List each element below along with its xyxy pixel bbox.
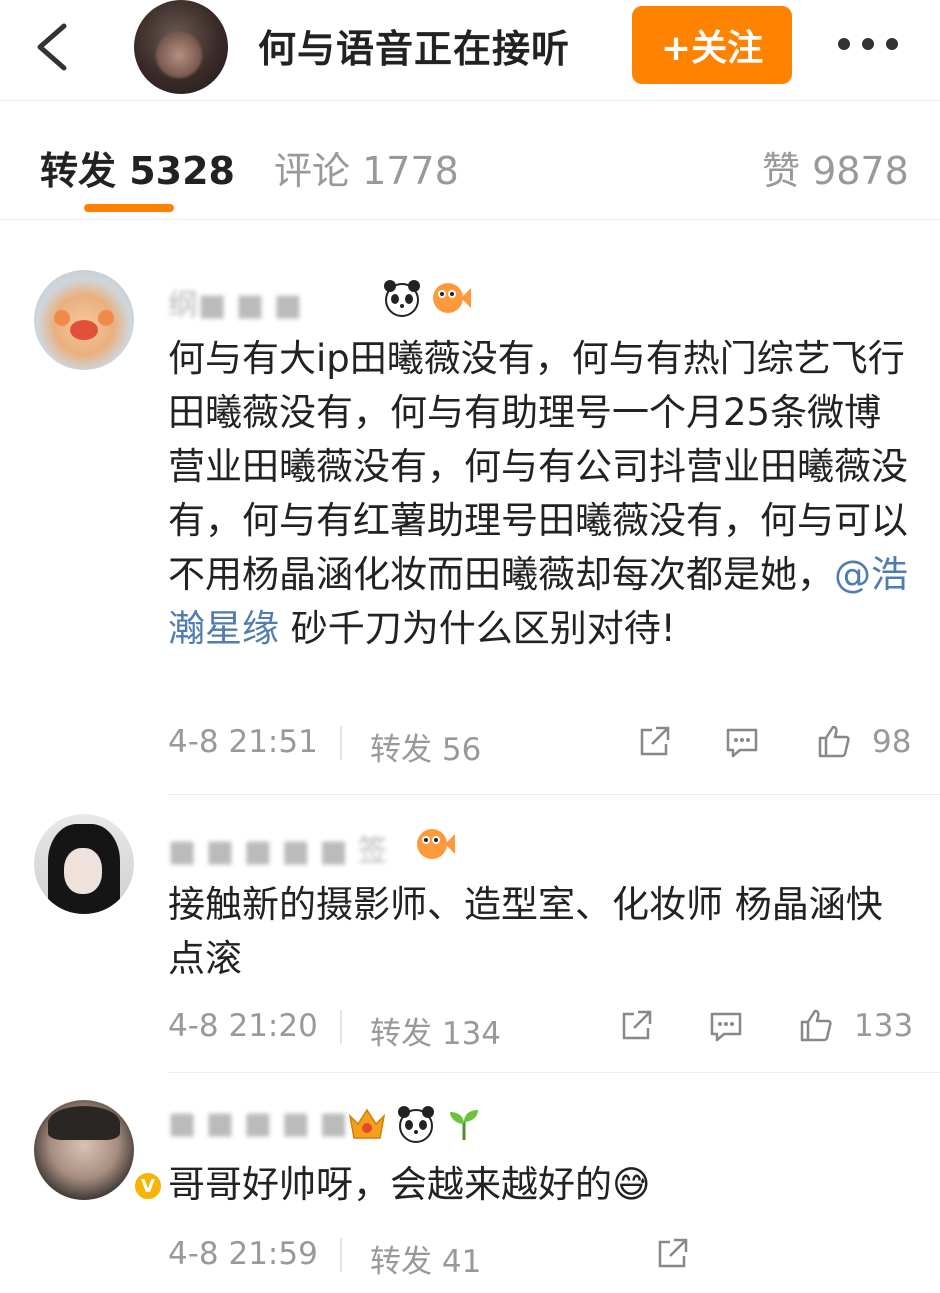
username[interactable]: ■ ■ ■ ■ ■ 签 — [168, 826, 387, 870]
repost-count[interactable]: 转发 41 — [370, 1236, 481, 1281]
username[interactable]: 纲■ ■ ■ — [168, 280, 302, 324]
tab-comments[interactable]: 评论 1778 — [274, 140, 459, 195]
avatar[interactable] — [34, 814, 134, 914]
tab-repost[interactable]: 转发 5328 — [40, 140, 235, 195]
comment-meta: 4-8 21:20 转发 134 133 — [168, 1008, 913, 1052]
username[interactable]: ■ ■ ■ ■ ■ — [168, 1106, 348, 1141]
more-options-icon[interactable] — [838, 38, 898, 52]
active-tab-indicator — [84, 204, 174, 212]
repost-count[interactable]: 转发 134 — [370, 1008, 501, 1053]
comment-meta: 4-8 21:51 转发 56 98 — [168, 724, 912, 768]
like-count: 98 — [872, 724, 912, 760]
author-name[interactable]: 何与语音正在接听 — [258, 18, 570, 73]
comment-text: 接触新的摄影师、造型室、化妆师 杨晶涵快点滚 — [168, 883, 883, 980]
share-icon[interactable] — [636, 724, 672, 760]
follow-button[interactable]: +关注 — [632, 6, 792, 84]
tab-likes[interactable]: 赞 9878 — [762, 140, 909, 195]
divider — [0, 100, 940, 101]
like-icon[interactable] — [798, 1008, 834, 1044]
back-arrow-icon[interactable] — [32, 22, 72, 72]
divider — [340, 1010, 342, 1044]
tab-bar: 转发 5328 评论 1778 赞 9878 — [0, 120, 940, 220]
comment-icon[interactable] — [708, 1008, 744, 1044]
share-icon[interactable] — [654, 1236, 690, 1272]
crown-icon — [348, 1108, 386, 1139]
panda-icon — [398, 1106, 434, 1143]
avatar[interactable]: V — [34, 1100, 164, 1202]
fish-icon — [417, 829, 455, 859]
comment-meta: 4-8 21:59 转发 41 — [168, 1236, 908, 1280]
like-count: 133 — [854, 1008, 914, 1044]
repost-count[interactable]: 转发 56 — [370, 724, 481, 769]
timestamp: 4-8 21:51 — [168, 724, 318, 760]
like-icon[interactable] — [816, 724, 852, 760]
panda-icon — [384, 280, 420, 317]
divider — [168, 794, 940, 795]
comment-body-end: 砂千刀为什么区别对待! — [279, 607, 676, 650]
avatar[interactable] — [34, 270, 134, 370]
fish-icon — [433, 283, 471, 313]
divider — [340, 1238, 342, 1272]
verified-badge-icon: V — [132, 1170, 164, 1202]
comment-icon[interactable] — [724, 724, 760, 760]
timestamp: 4-8 21:59 — [168, 1236, 318, 1272]
comment-text: 何与有大ip田曦薇没有，何与有热门综艺飞行田曦薇没有，何与有助理号一个月25条微… — [168, 332, 913, 712]
top-bar: 何与语音正在接听 +关注 — [0, 0, 940, 100]
timestamp: 4-8 21:20 — [168, 1008, 318, 1044]
divider — [168, 1072, 940, 1073]
share-icon[interactable] — [618, 1008, 654, 1044]
comment-text: 哥哥好帅呀，会越来越好的😅 — [168, 1163, 651, 1206]
sprout-icon — [450, 1110, 478, 1140]
divider — [0, 219, 940, 220]
author-avatar[interactable] — [134, 0, 228, 94]
divider — [340, 726, 342, 760]
comment-body: 何与有大ip田曦薇没有，何与有热门综艺飞行田曦薇没有，何与有助理号一个月25条微… — [168, 337, 908, 596]
